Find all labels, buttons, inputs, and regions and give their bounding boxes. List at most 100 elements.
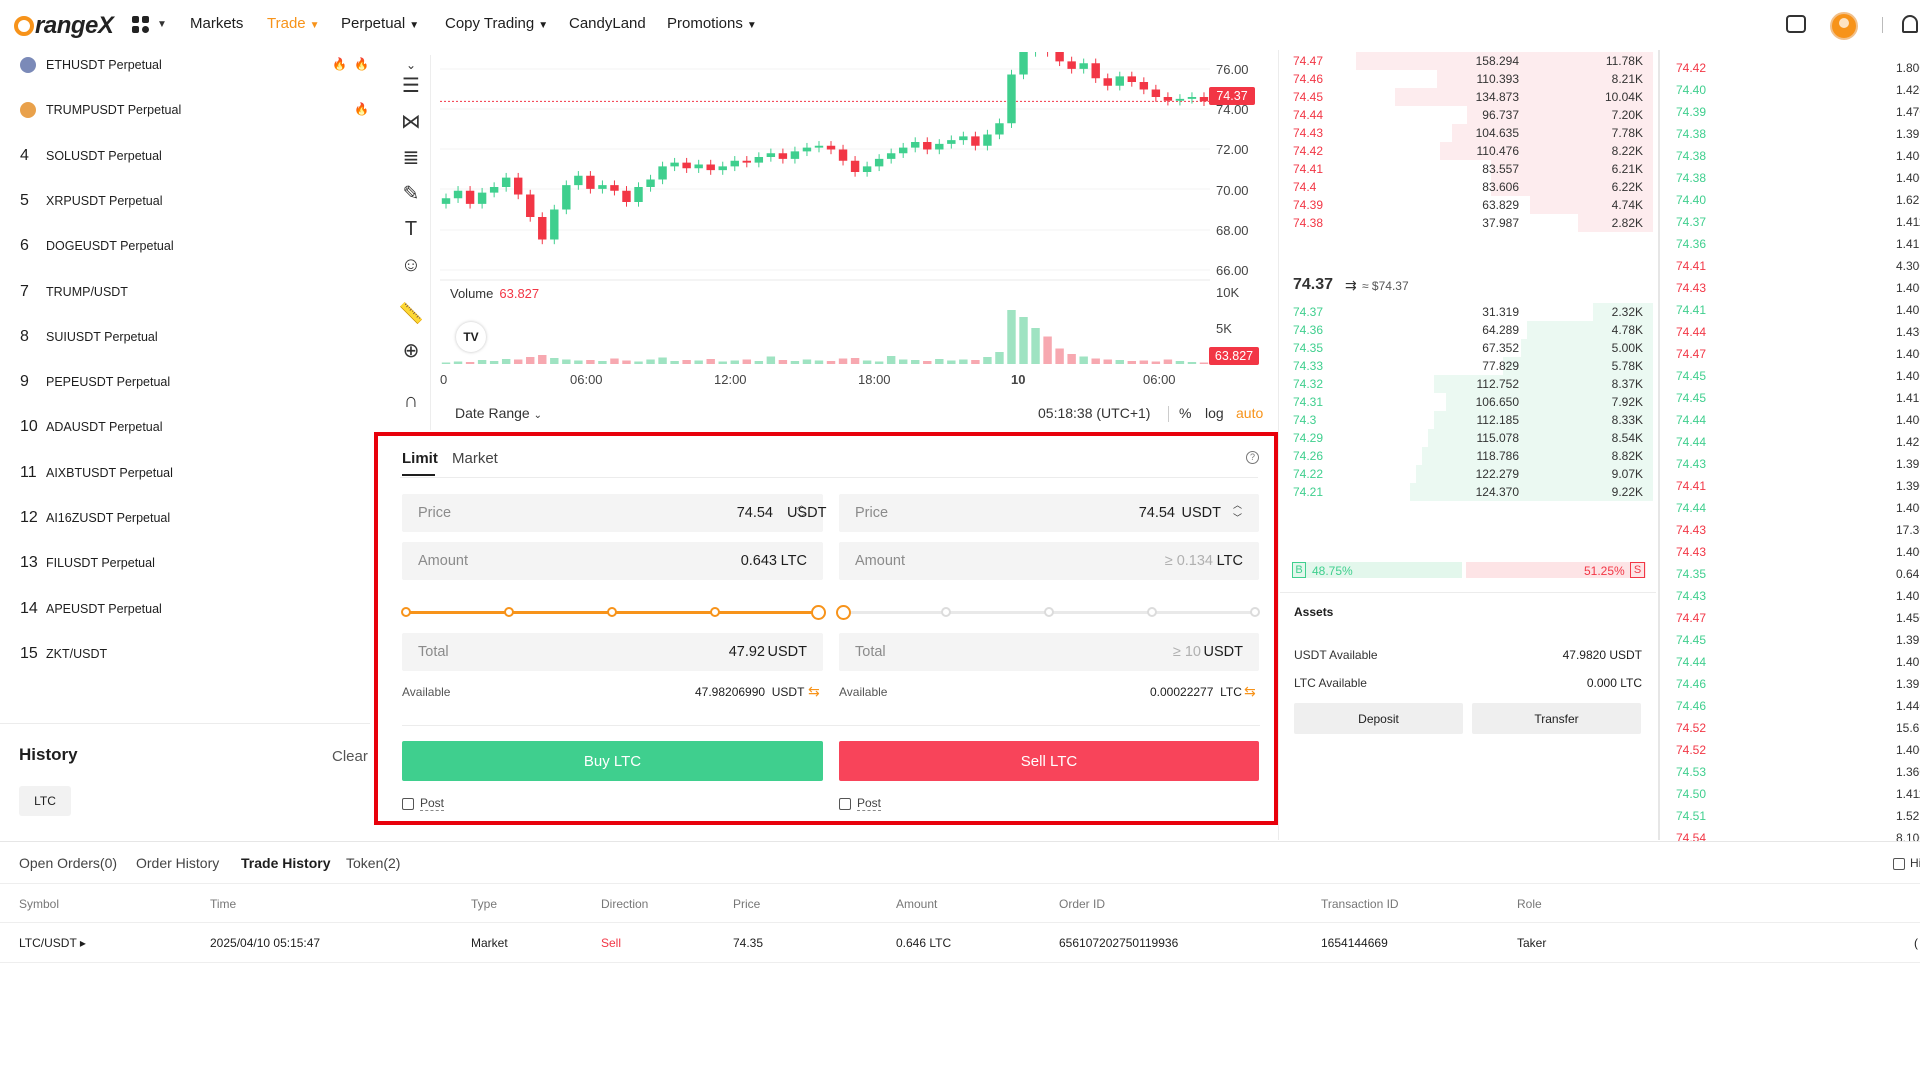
sell-total-input[interactable]: ≥ 10 — [1173, 644, 1201, 660]
log-toggle[interactable]: log — [1205, 405, 1224, 421]
sell-total-field[interactable]: Total ≥ 10 USDT — [839, 633, 1259, 671]
buy-post-label[interactable]: Post — [420, 796, 445, 811]
sell-amount-input[interactable]: ≥ 0.134 — [1165, 553, 1213, 569]
sell-slider-step[interactable] — [941, 607, 951, 617]
transfer-button[interactable]: Transfer — [1472, 703, 1641, 734]
market-list-item[interactable]: 4 SOLUSDT Perpetual — [20, 145, 162, 167]
buy-price-field[interactable]: Price 74.54 USDT ︿ ﹀ — [402, 494, 826, 532]
buy-slider-thumb[interactable] — [811, 605, 826, 620]
ask-row[interactable]: 74.43 104.635 7.78K — [1285, 124, 1653, 142]
tradingview-logo[interactable]: TV — [456, 322, 486, 352]
deposit-button[interactable]: Deposit — [1294, 703, 1463, 734]
apps-grid-icon[interactable] — [132, 16, 152, 34]
nav-item-perpetual[interactable]: Perpetual ▼ — [341, 15, 419, 32]
hide-other-checkbox[interactable] — [1893, 858, 1905, 870]
buy-price-value[interactable]: 74.54 — [737, 505, 773, 521]
buy-price-stepper-icon[interactable]: ︿ ﹀ — [797, 498, 809, 528]
chevron-down-icon[interactable]: ▼ — [157, 19, 167, 30]
bid-row[interactable]: 74.35 67.352 5.00K — [1285, 339, 1653, 357]
wallet-icon[interactable] — [1786, 15, 1806, 33]
sell-price-value[interactable]: 74.54 — [1139, 505, 1175, 521]
nav-item-copy-trading[interactable]: Copy Trading ▼ — [445, 15, 548, 32]
bid-row[interactable]: 74.36 64.289 4.78K — [1285, 321, 1653, 339]
nav-item-promotions[interactable]: Promotions ▼ — [667, 15, 757, 32]
date-range-button[interactable]: Date Range ⌄ — [455, 405, 542, 421]
tab-token-2-[interactable]: Token(2) — [346, 855, 400, 871]
nav-item-trade[interactable]: Trade ▼ — [267, 15, 320, 32]
ask-row[interactable]: 74.39 63.829 4.74K — [1285, 196, 1653, 214]
market-list-item[interactable]: ETHUSDT Perpetual — [20, 54, 162, 76]
transfer-icon[interactable]: ⇆ — [1244, 683, 1256, 700]
bid-row[interactable]: 74.31 106.650 7.92K — [1285, 393, 1653, 411]
transfer-icon[interactable]: ⇆ — [808, 683, 820, 700]
ask-row[interactable]: 74.44 96.737 7.20K — [1285, 106, 1653, 124]
sell-post-label[interactable]: Post — [857, 796, 882, 811]
help-icon[interactable]: ? — [1246, 451, 1259, 464]
tab-market[interactable]: Market — [452, 450, 498, 467]
sell-slider-step[interactable] — [1250, 607, 1260, 617]
ask-row[interactable]: 74.45 134.873 10.04K — [1285, 88, 1653, 106]
percent-toggle[interactable]: % — [1179, 405, 1191, 421]
buy-slider-step[interactable] — [401, 607, 411, 617]
bid-row[interactable]: 74.33 77.829 5.78K — [1285, 357, 1653, 375]
bid-row[interactable]: 74.32 112.752 8.37K — [1285, 375, 1653, 393]
buy-slider-step[interactable] — [607, 607, 617, 617]
tab-trade-history[interactable]: Trade History — [241, 855, 330, 871]
ask-row[interactable]: 74.42 110.476 8.22K — [1285, 142, 1653, 160]
bid-row[interactable]: 74.21 124.370 9.22K — [1285, 483, 1653, 501]
market-list-item[interactable]: 7 TRUMP/USDT — [20, 281, 128, 303]
buy-slider-step[interactable] — [710, 607, 720, 617]
market-list-item[interactable]: 14 APEUSDT Perpetual — [20, 598, 162, 620]
ask-row[interactable]: 74.4 83.606 6.22K — [1285, 178, 1653, 196]
market-list-item[interactable]: 9 PEPEUSDT Perpetual — [20, 371, 170, 393]
buy-post-checkbox[interactable] — [402, 798, 414, 810]
buy-total-value[interactable]: 47.92 — [729, 644, 765, 660]
bid-row[interactable]: 74.37 31.319 2.32K — [1285, 303, 1653, 321]
auto-toggle[interactable]: auto — [1236, 405, 1263, 421]
smiley-icon[interactable]: ☺ — [398, 252, 424, 278]
market-list-item[interactable]: 13 FILUSDT Perpetual — [20, 552, 155, 574]
bell-icon[interactable] — [1902, 15, 1918, 33]
zoom-in-icon[interactable]: ⊕ — [398, 337, 424, 363]
sell-post-checkbox[interactable] — [839, 798, 851, 810]
brush-icon[interactable]: ✎ — [398, 180, 424, 206]
buy-amount-value[interactable]: 0.643 — [741, 553, 777, 569]
ask-row[interactable]: 74.47 158.294 11.78K — [1285, 52, 1653, 70]
sell-slider-step[interactable] — [1044, 607, 1054, 617]
sell-slider-step[interactable] — [1147, 607, 1157, 617]
table-cell[interactable]: LTC/USDT ▸ — [19, 936, 86, 950]
sell-slider-thumb[interactable] — [836, 605, 851, 620]
market-list-item[interactable]: 6 DOGEUSDT Perpetual — [20, 235, 174, 257]
market-list-item[interactable]: 11 AIXBTUSDT Perpetual — [20, 462, 173, 484]
sell-button[interactable]: Sell LTC — [839, 741, 1259, 781]
history-clear-button[interactable]: Clear — [332, 748, 368, 765]
buy-amount-field[interactable]: Amount 0.643 LTC — [402, 542, 823, 580]
fib-icon[interactable]: ≣ — [398, 144, 424, 170]
sell-amount-field[interactable]: Amount ≥ 0.134 LTC — [839, 542, 1259, 580]
market-list-item[interactable]: 8 SUIUSDT Perpetual — [20, 326, 158, 348]
bid-row[interactable]: 74.22 122.279 9.07K — [1285, 465, 1653, 483]
nav-item-candyland[interactable]: CandyLand — [569, 15, 646, 32]
logo[interactable]: rangeX — [14, 12, 114, 40]
bid-row[interactable]: 74.26 118.786 8.82K — [1285, 447, 1653, 465]
avatar[interactable] — [1830, 12, 1858, 40]
ask-row[interactable]: 74.41 83.557 6.21K — [1285, 160, 1653, 178]
market-list-item[interactable]: 12 AI16ZUSDT Perpetual — [20, 507, 170, 529]
buy-total-field[interactable]: Total 47.92 USDT — [402, 633, 823, 671]
bid-row[interactable]: 74.29 115.078 8.54K — [1285, 429, 1653, 447]
magnet-icon[interactable]: ∩ — [398, 388, 424, 414]
history-chip[interactable]: LTC — [19, 786, 71, 816]
bid-row[interactable]: 74.3 112.185 8.33K — [1285, 411, 1653, 429]
sell-price-field[interactable]: Price 74.54 USDT ︿ ﹀ — [839, 494, 1259, 532]
ruler-icon[interactable]: 📏 — [398, 300, 424, 326]
market-list-item[interactable]: TRUMPUSDT Perpetual — [20, 99, 181, 121]
market-list-item[interactable]: 10 ADAUSDT Perpetual — [20, 416, 163, 438]
ask-row[interactable]: 74.46 110.393 8.21K — [1285, 70, 1653, 88]
horizontal-lines-icon[interactable]: ☰ — [398, 72, 424, 98]
buy-slider-step[interactable] — [504, 607, 514, 617]
nav-item-markets[interactable]: Markets — [190, 15, 243, 32]
market-list-item[interactable]: 15 ZKT/USDT — [20, 643, 107, 665]
price-chart[interactable] — [440, 52, 1220, 372]
tab-limit[interactable]: Limit — [402, 450, 438, 467]
tab-order-history[interactable]: Order History — [136, 855, 219, 871]
